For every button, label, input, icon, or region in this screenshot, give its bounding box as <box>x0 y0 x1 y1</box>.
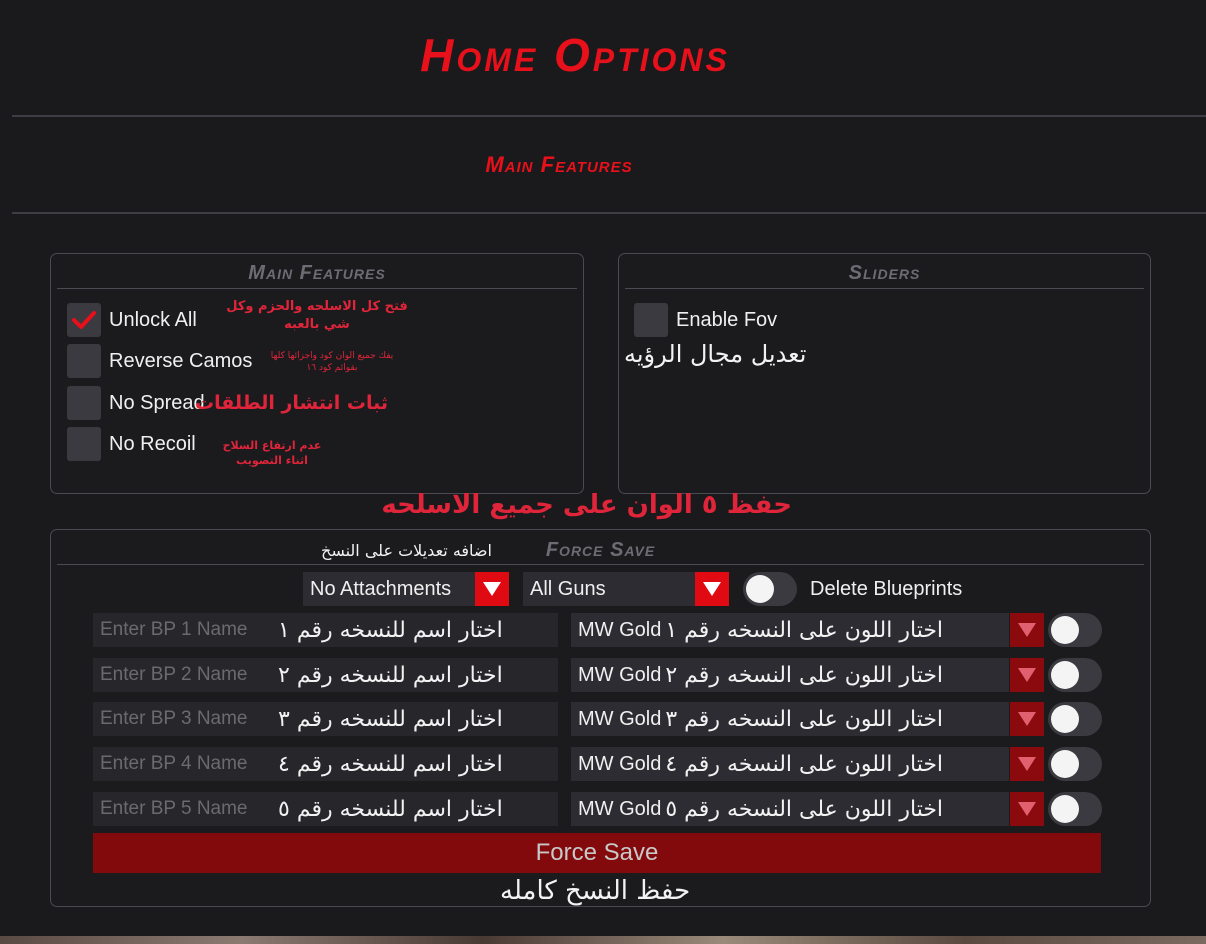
unlock-all-checkbox[interactable] <box>67 303 101 337</box>
delete-blueprints-toggle[interactable] <box>743 572 797 606</box>
toggle-knob <box>1051 750 1079 778</box>
reverse-camos-label: Reverse Camos <box>109 349 253 372</box>
bp-4-name-input[interactable] <box>93 752 272 776</box>
attachments-value: No Attachments <box>310 577 452 600</box>
divider-top <box>12 115 1206 117</box>
no-spread-option[interactable]: No Spread <box>67 386 205 420</box>
triangle-down-icon <box>1018 757 1036 771</box>
no-spread-note: ثبات انتشار الطلقات <box>195 392 388 414</box>
bp-3-name-input[interactable] <box>93 707 272 731</box>
attachments-dropdown[interactable] <box>475 572 509 606</box>
bp-4-name-note: اختار اسم للنسخه رقم ٤ <box>278 751 503 777</box>
enable-fov-label: Enable Fov <box>676 308 778 331</box>
enable-fov-option[interactable]: Enable Fov <box>634 303 777 337</box>
background-strip <box>0 936 1206 944</box>
section-subtitle: Main Features <box>485 152 633 177</box>
sliders-panel: Sliders <box>618 253 1151 494</box>
bp-4-color-select[interactable]: MW Gold اختار اللون على النسخه رقم ٤ <box>571 747 1009 781</box>
guns-dropdown[interactable] <box>695 572 729 606</box>
bp-2-name-input[interactable] <box>93 663 272 687</box>
bp-4-color-dropdown[interactable] <box>1010 747 1044 781</box>
bp-4-color-value: MW Gold <box>578 752 662 775</box>
bp-3-color-select[interactable]: MW Gold اختار اللون على النسخه رقم ٣ <box>571 702 1009 736</box>
sliders-header: Sliders <box>625 254 1144 289</box>
bp-3-color-value: MW Gold <box>578 707 662 730</box>
bp-1-name-input[interactable] <box>93 618 272 642</box>
fov-note: تعديل مجال الرؤيه <box>624 340 807 368</box>
bp-5-color-select[interactable]: MW Gold اختار اللون على النسخه رقم ٥ <box>571 792 1009 826</box>
divider-bottom <box>12 212 1206 214</box>
bp-3-name-note: اختار اسم للنسخه رقم ٣ <box>278 706 503 732</box>
bp-2-name-note: اختار اسم للنسخه رقم ٢ <box>278 662 503 688</box>
bp-3-name-field[interactable]: اختار اسم للنسخه رقم ٣ <box>93 702 558 736</box>
no-spread-label: No Spread <box>109 391 205 414</box>
reverse-camos-note: يفك جميع الوان كود واجزائها كلها بقوائم … <box>270 351 394 373</box>
save-colors-note: حفظ ٥ الوان على جميع الاسلحه <box>381 490 792 520</box>
guns-select[interactable]: All Guns <box>523 572 729 606</box>
bp-1-name-field[interactable]: اختار اسم للنسخه رقم ١ <box>93 613 558 647</box>
bp-5-color-dropdown[interactable] <box>1010 792 1044 826</box>
bp-1-toggle[interactable] <box>1048 613 1102 647</box>
bp-2-toggle[interactable] <box>1048 658 1102 692</box>
unlock-all-option[interactable]: Unlock All <box>67 303 197 337</box>
no-recoil-note: عدم ارتفاع السلاح اثناء التصويب <box>222 439 322 467</box>
bp-3-color-dropdown[interactable] <box>1010 702 1044 736</box>
unlock-all-label: Unlock All <box>109 308 197 331</box>
toggle-knob <box>1051 616 1079 644</box>
force-save-title-note: اضافه تعديلات على النسخ <box>321 541 492 560</box>
bp-3-toggle[interactable] <box>1048 702 1102 736</box>
force-save-button[interactable]: Force Save <box>93 833 1101 873</box>
triangle-down-icon <box>1018 623 1036 637</box>
check-icon <box>72 311 96 329</box>
bp-4-color-note: اختار اللون على النسخه رقم ٤ <box>665 751 944 777</box>
guns-value: All Guns <box>530 577 606 600</box>
bp-2-color-note: اختار اللون على النسخه رقم ٢ <box>665 662 944 688</box>
reverse-camos-option[interactable]: Reverse Camos <box>67 344 252 378</box>
force-save-header: Force Save <box>57 530 1144 565</box>
no-spread-checkbox[interactable] <box>67 386 101 420</box>
bp-1-color-note: اختار اللون على النسخه رقم ١ <box>665 617 944 643</box>
bp-5-toggle[interactable] <box>1048 792 1102 826</box>
bp-4-toggle[interactable] <box>1048 747 1102 781</box>
bp-5-color-value: MW Gold <box>578 797 662 820</box>
bp-1-name-note: اختار اسم للنسخه رقم ١ <box>278 617 503 643</box>
triangle-down-icon <box>703 582 721 596</box>
page-title: Home Options <box>420 29 730 81</box>
bp-2-color-select[interactable]: MW Gold اختار اللون على النسخه رقم ٢ <box>571 658 1009 692</box>
bp-5-color-note: اختار اللون على النسخه رقم ٥ <box>665 796 944 822</box>
toggle-knob <box>746 575 774 603</box>
toggle-knob <box>1051 705 1079 733</box>
bp-5-name-input[interactable] <box>93 797 272 821</box>
attachments-select[interactable]: No Attachments <box>303 572 509 606</box>
unlock-all-note: فتح كل الاسلحه والحزم وكل شي بالعبه <box>226 299 408 332</box>
main-features-header: Main Features <box>57 254 577 289</box>
triangle-down-icon <box>1018 802 1036 816</box>
no-recoil-checkbox[interactable] <box>67 427 101 461</box>
bp-2-color-value: MW Gold <box>578 663 662 686</box>
triangle-down-icon <box>483 582 501 596</box>
bp-5-name-field[interactable]: اختار اسم للنسخه رقم ٥ <box>93 792 558 826</box>
bp-1-color-dropdown[interactable] <box>1010 613 1044 647</box>
delete-blueprints-label: Delete Blueprints <box>810 578 963 600</box>
reverse-camos-checkbox[interactable] <box>67 344 101 378</box>
enable-fov-checkbox[interactable] <box>634 303 668 337</box>
bp-4-name-field[interactable]: اختار اسم للنسخه رقم ٤ <box>93 747 558 781</box>
bp-3-color-note: اختار اللون على النسخه رقم ٣ <box>665 706 944 732</box>
toggle-knob <box>1051 795 1079 823</box>
bp-1-color-value: MW Gold <box>578 618 662 641</box>
bp-1-color-select[interactable]: MW Gold اختار اللون على النسخه رقم ١ <box>571 613 1009 647</box>
bp-2-color-dropdown[interactable] <box>1010 658 1044 692</box>
force-save-note: حفظ النسخ كامله <box>500 876 691 906</box>
no-recoil-label: No Recoil <box>109 432 196 455</box>
toggle-knob <box>1051 661 1079 689</box>
triangle-down-icon <box>1018 668 1036 682</box>
triangle-down-icon <box>1018 712 1036 726</box>
bp-5-name-note: اختار اسم للنسخه رقم ٥ <box>278 796 503 822</box>
no-recoil-option[interactable]: No Recoil <box>67 427 196 461</box>
bp-2-name-field[interactable]: اختار اسم للنسخه رقم ٢ <box>93 658 558 692</box>
